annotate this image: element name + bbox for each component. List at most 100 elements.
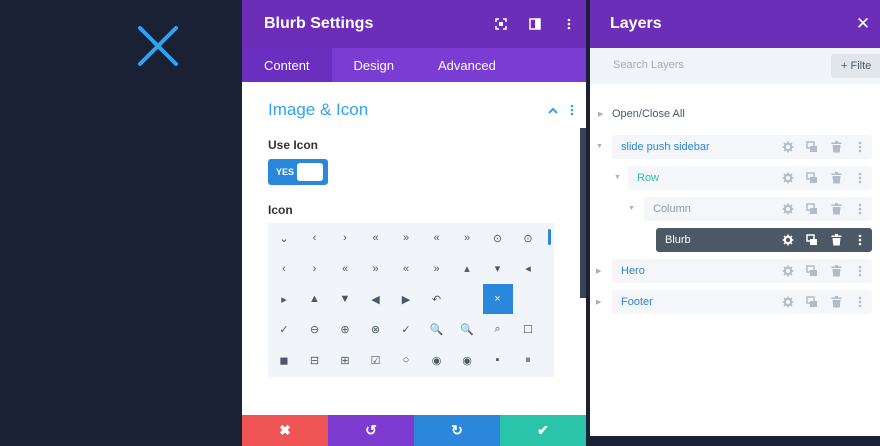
icon-option[interactable]: ☑ (361, 345, 391, 375)
save-button[interactable]: ✔ (500, 415, 586, 446)
gear-icon[interactable] (776, 203, 800, 215)
duplicate-icon[interactable] (800, 172, 824, 184)
section-more-icon[interactable] (570, 104, 574, 116)
open-close-all[interactable]: ▶ Open/Close All (598, 108, 685, 120)
icon-option[interactable]: ⊗ (361, 315, 391, 345)
icon-option[interactable]: » (361, 254, 391, 284)
icon-option[interactable]: 🔍 (452, 315, 482, 345)
more-options-icon[interactable] (552, 0, 586, 48)
icon-option[interactable]: ☐ (513, 315, 543, 345)
layer-slide-push-sidebar[interactable]: slide push sidebar (612, 135, 872, 159)
icon-option[interactable]: « (361, 223, 391, 253)
icon-option[interactable]: ⊙ (513, 223, 543, 253)
more-options-icon[interactable] (848, 141, 872, 153)
icon-option[interactable]: « (391, 254, 421, 284)
icon-option[interactable]: » (391, 223, 421, 253)
expand-caret-icon[interactable]: ▶ (596, 267, 601, 275)
image-icon-section-header[interactable]: Image & Icon (268, 100, 574, 120)
trash-icon[interactable] (824, 234, 848, 246)
duplicate-icon[interactable] (800, 234, 824, 246)
layer-column[interactable]: Column (644, 197, 872, 221)
more-options-icon[interactable] (848, 265, 872, 277)
more-options-icon[interactable] (848, 203, 872, 215)
icon-option[interactable]: ‹ (300, 223, 330, 253)
undo-button[interactable]: ↺ (328, 415, 414, 446)
icon-option[interactable]: ▶ (391, 284, 421, 314)
icon-option[interactable]: ◼ (269, 345, 299, 375)
icon-option[interactable]: ◀ (361, 284, 391, 314)
icon-option[interactable]: » (452, 223, 482, 253)
icon-option[interactable]: ✓ (269, 315, 299, 345)
icon-option[interactable]: ▸ (269, 284, 299, 314)
layers-search-bar: Search Layers + Filte (590, 48, 880, 84)
icon-option[interactable]: ⌕ (483, 315, 513, 345)
gear-icon[interactable] (776, 172, 800, 184)
search-layers-input[interactable]: Search Layers (613, 59, 684, 71)
gear-icon[interactable] (776, 296, 800, 308)
icon-option[interactable]: ⏸ (513, 345, 543, 375)
tab-advanced[interactable]: Advanced (416, 48, 518, 82)
icon-option[interactable]: ⌄ (269, 223, 299, 253)
icon-option[interactable]: ▴ (452, 254, 482, 284)
chevron-up-icon[interactable] (548, 107, 558, 114)
split-view-icon[interactable] (518, 0, 552, 48)
icon-option[interactable]: 🔍 (422, 315, 452, 345)
icon-option[interactable] (452, 284, 482, 314)
icon-option[interactable]: ‹ (269, 254, 299, 284)
gear-icon[interactable] (776, 234, 800, 246)
icon-option[interactable]: › (300, 254, 330, 284)
icon-option[interactable]: ⊞ (330, 345, 360, 375)
close-icon[interactable]: ✕ (846, 0, 880, 48)
more-options-icon[interactable] (848, 172, 872, 184)
fullscreen-icon[interactable] (484, 0, 518, 48)
more-options-icon[interactable] (848, 234, 872, 246)
icon-option[interactable]: ⊙ (483, 223, 513, 253)
expand-caret-icon[interactable]: ▼ (614, 174, 621, 181)
icon-option[interactable]: ▲ (300, 284, 330, 314)
layer-footer[interactable]: Footer (612, 290, 872, 314)
redo-button[interactable]: ↻ (414, 415, 500, 446)
layer-hero[interactable]: Hero (612, 259, 872, 283)
filter-button[interactable]: + Filte (831, 54, 880, 78)
tab-content[interactable]: Content (242, 48, 332, 82)
icon-option[interactable] (513, 284, 543, 314)
icon-option[interactable]: ▼ (330, 284, 360, 314)
icon-option[interactable]: ◉ (422, 345, 452, 375)
trash-icon[interactable] (824, 141, 848, 153)
layer-blurb[interactable]: Blurb (656, 228, 872, 252)
icon-option[interactable]: ✓ (391, 315, 421, 345)
expand-caret-icon[interactable]: ▼ (628, 205, 635, 212)
icon-option[interactable]: « (330, 254, 360, 284)
discard-button[interactable]: ✖ (242, 415, 328, 446)
icon-option[interactable]: ▾ (483, 254, 513, 284)
icon-option[interactable]: ○ (391, 345, 421, 375)
expand-caret-icon[interactable]: ▶ (596, 298, 601, 306)
icon-option[interactable]: › (330, 223, 360, 253)
duplicate-icon[interactable] (800, 265, 824, 277)
icon-grid-scrollbar[interactable] (548, 229, 551, 245)
trash-icon[interactable] (824, 265, 848, 277)
use-icon-toggle[interactable]: YES (268, 159, 328, 185)
trash-icon[interactable] (824, 172, 848, 184)
icon-option[interactable]: ↶ (422, 284, 452, 314)
trash-icon[interactable] (824, 203, 848, 215)
duplicate-icon[interactable] (800, 203, 824, 215)
icon-option[interactable]: ▪ (483, 345, 513, 375)
expand-caret-icon[interactable]: ▼ (596, 143, 603, 150)
icon-option[interactable]: ◉ (452, 345, 482, 375)
tab-design[interactable]: Design (332, 48, 416, 82)
icon-option[interactable]: ⊟ (300, 345, 330, 375)
icon-option[interactable]: » (422, 254, 452, 284)
trash-icon[interactable] (824, 296, 848, 308)
icon-option[interactable]: ⊖ (300, 315, 330, 345)
icon-option-selected[interactable]: × (482, 284, 513, 314)
gear-icon[interactable] (776, 265, 800, 277)
duplicate-icon[interactable] (800, 141, 824, 153)
more-options-icon[interactable] (848, 296, 872, 308)
duplicate-icon[interactable] (800, 296, 824, 308)
layer-row[interactable]: Row (628, 166, 872, 190)
icon-option[interactable]: « (422, 223, 452, 253)
gear-icon[interactable] (776, 141, 800, 153)
icon-option[interactable]: ⊕ (330, 315, 360, 345)
icon-option[interactable]: ◂ (513, 254, 543, 284)
